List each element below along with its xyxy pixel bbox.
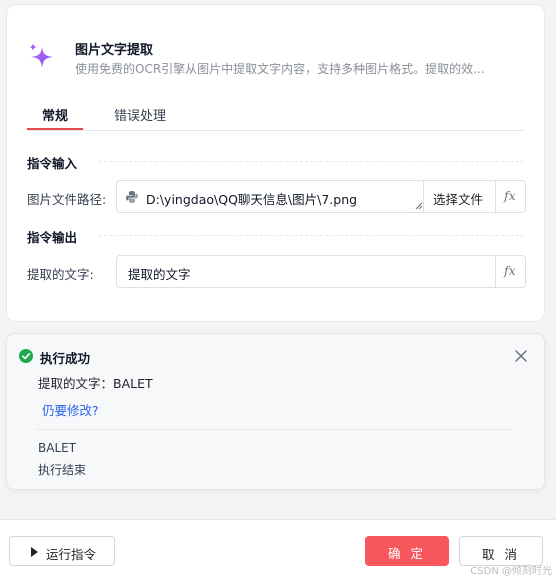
run-instruction-button[interactable]: 运行指令: [9, 536, 115, 566]
play-icon: [31, 547, 38, 557]
success-check-icon: [19, 349, 33, 363]
close-icon[interactable]: [514, 349, 528, 363]
confirm-label: 确 定: [388, 546, 426, 561]
section-divider: [99, 235, 524, 236]
instruction-title: 图片文字提取: [75, 43, 154, 58]
tab-bar: 常规 错误处理: [27, 101, 525, 131]
execution-result-panel: 执行成功 提取的文字：BALET 仍要修改? BALET 执行结束: [6, 333, 545, 490]
dialog-footer: 运行指令 确 定 取 消 CSDN @倾刻时光: [0, 520, 556, 581]
field-separator: [423, 181, 424, 212]
result-output-text: 提取的文字：BALET: [38, 376, 153, 391]
image-path-input[interactable]: D:\yingdao\QQ聊天信息\图片\7.png: [146, 189, 357, 208]
extracted-text-input[interactable]: 提取的文字: [128, 264, 191, 283]
active-tab-indicator: [27, 128, 83, 130]
tab-general[interactable]: 常规: [42, 105, 68, 124]
output-section-title: 指令输出: [27, 230, 78, 245]
resize-handle-icon[interactable]: [415, 202, 423, 210]
tab-error-handling[interactable]: 错误处理: [114, 105, 166, 124]
confirm-button[interactable]: 确 定: [365, 536, 449, 566]
extracted-text-field: 提取的文字 fx: [116, 255, 526, 288]
instruction-config-card: 图片文字提取 使用免费的OCR引擎从图片中提取文字内容，支持多种图片格式。提取的…: [6, 4, 545, 322]
image-path-field: D:\yingdao\QQ聊天信息\图片\7.png 选择文件 fx: [116, 180, 526, 213]
instruction-description: 使用免费的OCR引擎从图片中提取文字内容，支持多种图片格式。提取的效...: [75, 62, 485, 76]
image-path-label: 图片文件路径:: [27, 192, 107, 207]
result-title: 执行成功: [40, 351, 91, 366]
modify-anyway-link[interactable]: 仍要修改?: [42, 400, 99, 419]
log-line: 执行结束: [38, 463, 87, 477]
log-line: BALET: [38, 441, 77, 455]
field-separator: [495, 256, 496, 287]
sparkle-icon: [29, 43, 53, 68]
input-section-title: 指令输入: [27, 156, 78, 171]
run-instruction-label: 运行指令: [46, 547, 97, 562]
field-separator: [495, 181, 496, 212]
cancel-label: 取 消: [482, 547, 520, 562]
python-icon: [126, 191, 138, 203]
result-divider: [37, 429, 512, 430]
choose-file-button[interactable]: 选择文件: [433, 189, 483, 208]
extracted-text-label: 提取的文字:: [27, 267, 94, 282]
fx-icon[interactable]: fx: [504, 188, 516, 203]
section-divider: [99, 161, 524, 162]
watermark: CSDN @倾刻时光: [470, 566, 552, 577]
fx-icon[interactable]: fx: [504, 263, 516, 278]
